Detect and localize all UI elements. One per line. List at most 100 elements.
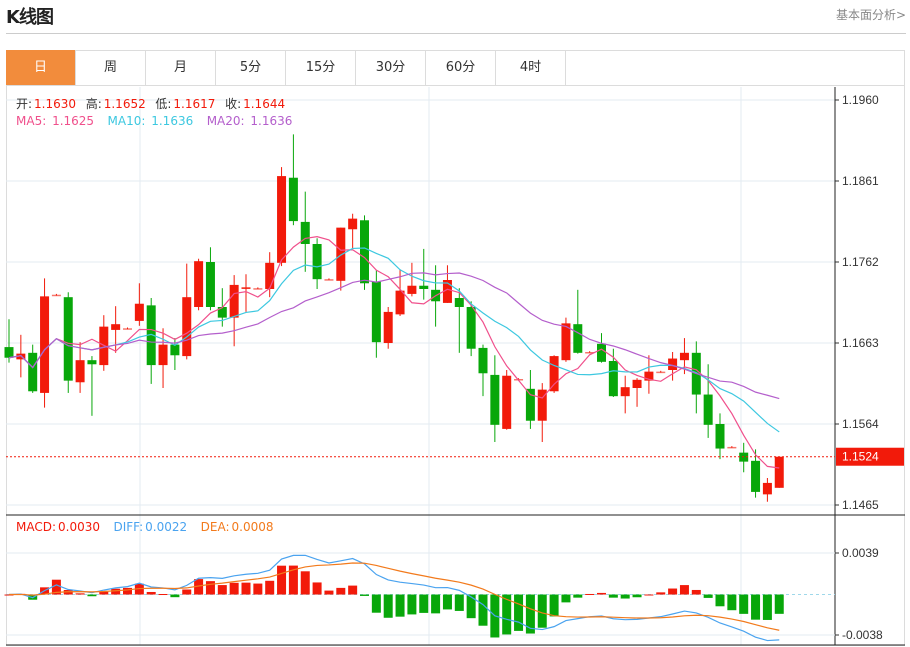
candle — [205, 247, 215, 311]
ma20-value: 1.1636 — [250, 114, 293, 128]
close-label: 收: — [225, 97, 242, 111]
candle-body — [277, 176, 287, 263]
candle-body — [241, 287, 251, 289]
candle — [75, 342, 85, 393]
candle-body — [774, 456, 784, 488]
candle — [608, 348, 618, 397]
candle-body — [28, 352, 38, 392]
candle-body — [419, 285, 429, 289]
dea-value: 0.0008 — [231, 520, 274, 534]
macd-bar — [620, 594, 630, 599]
candle — [253, 287, 263, 290]
macd-bar — [703, 594, 713, 598]
y-tick-label: 1.1861 — [842, 174, 879, 188]
macd-bar — [383, 594, 393, 618]
macd-bar — [265, 580, 275, 595]
macd-bar — [312, 582, 322, 595]
candle — [182, 263, 192, 360]
macd-bar — [549, 594, 559, 617]
candle-body — [265, 262, 275, 289]
ma10-value: 1.1636 — [151, 114, 194, 128]
candle-body — [525, 388, 535, 421]
macd-bar — [348, 585, 358, 595]
candle — [419, 248, 429, 300]
macd-bar — [774, 594, 784, 614]
candle-body — [158, 344, 168, 366]
candle-body — [573, 324, 583, 353]
low-label: 低: — [155, 97, 172, 111]
macd-bar — [395, 594, 405, 617]
macd-y-tick-label: 0.0039 — [842, 546, 879, 560]
ohlc-readout: 开: 1.1630 高: 1.1652 低: 1.1617 收: 1.1644 — [16, 95, 287, 112]
macd-bar — [537, 594, 547, 628]
macd-bar — [324, 590, 334, 595]
macd-bar — [727, 594, 737, 611]
candle — [348, 213, 358, 249]
candle — [383, 307, 393, 349]
candle — [442, 265, 452, 303]
candle-body — [632, 379, 642, 388]
diff-line — [8, 554, 780, 642]
y-tick-label: 1.1762 — [842, 255, 879, 269]
macd-y-tick-label: -0.0038 — [842, 628, 883, 642]
macd-bar — [75, 593, 85, 595]
candle-body — [371, 281, 381, 343]
macd-bar — [454, 594, 464, 611]
candle-body — [620, 387, 630, 397]
candle — [762, 478, 772, 502]
candle — [656, 370, 666, 374]
macd-bar — [668, 588, 678, 595]
candle — [774, 456, 784, 488]
low-value: 1.1617 — [173, 97, 216, 111]
candle-body — [407, 285, 417, 294]
candle-body — [383, 311, 393, 343]
ma5-value: 1.1625 — [52, 114, 95, 128]
candle-body — [229, 284, 239, 318]
candle-body — [360, 220, 369, 284]
candle — [194, 258, 204, 311]
macd-bar — [158, 594, 168, 596]
candle — [573, 289, 583, 354]
candle-body — [597, 343, 606, 362]
dea-label: DEA: — [200, 520, 230, 534]
macd-bar — [478, 594, 488, 626]
candle-body — [703, 394, 713, 425]
candle-body — [395, 290, 405, 315]
macd-bar — [585, 593, 595, 595]
y-tick-label: 1.1564 — [842, 417, 879, 431]
macd-bar — [632, 594, 642, 598]
candle — [40, 278, 50, 408]
macd-bar — [739, 594, 749, 614]
macd-label: MACD: — [16, 520, 57, 534]
candle — [691, 341, 701, 414]
candle-body — [751, 460, 761, 492]
candle-body — [336, 227, 346, 281]
candle — [597, 333, 606, 363]
macd-bar — [407, 594, 417, 615]
macd-bar — [656, 592, 666, 595]
candle — [229, 275, 239, 347]
candle — [324, 278, 334, 281]
candle — [407, 262, 417, 297]
macd-bar — [253, 583, 263, 595]
candle-body — [324, 279, 334, 281]
dea-line — [8, 562, 780, 631]
candle — [715, 413, 725, 460]
candle — [490, 355, 500, 442]
ma20-label: MA20: — [206, 114, 245, 128]
macd-bar — [229, 582, 239, 595]
macd-bar — [466, 594, 476, 619]
candle — [99, 315, 109, 371]
candle — [371, 270, 381, 358]
macd-bar — [241, 582, 251, 595]
macd-bar — [87, 594, 97, 597]
candle — [288, 134, 298, 226]
candle-body — [454, 298, 464, 307]
candle — [478, 344, 488, 397]
macd-bar — [442, 594, 452, 610]
ma5-label: MA5: — [16, 114, 47, 128]
ma5-line — [8, 236, 780, 469]
candle-body — [549, 356, 559, 392]
candle-body — [87, 360, 97, 365]
candle — [360, 215, 369, 290]
